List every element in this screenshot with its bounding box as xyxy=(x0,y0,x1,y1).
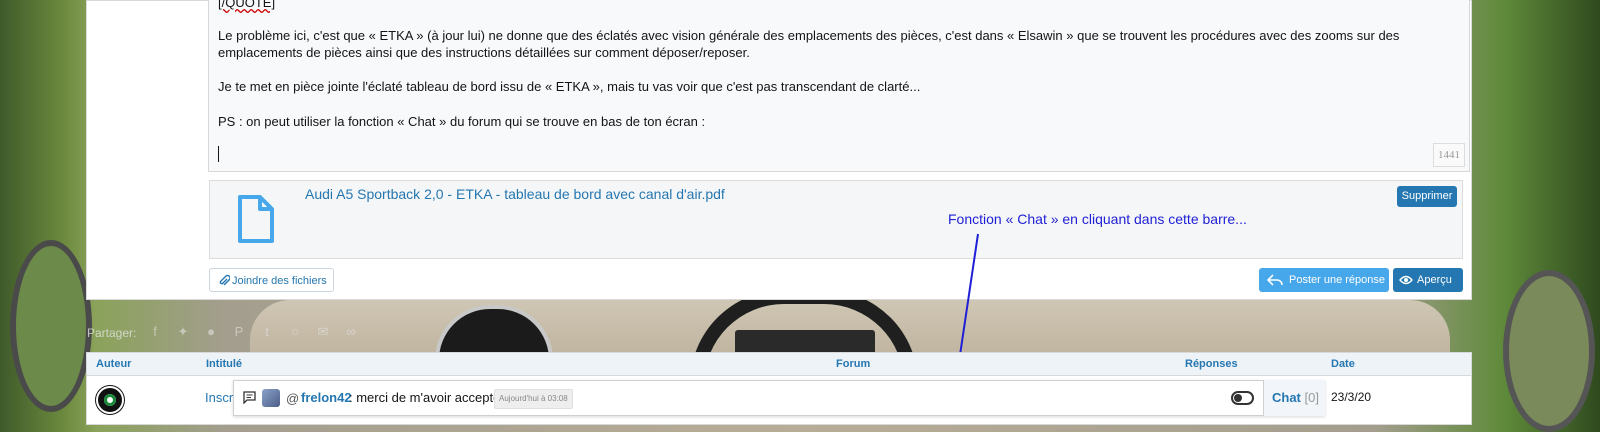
column-header-replies[interactable]: Réponses xyxy=(1185,358,1238,370)
column-header-author[interactable]: Auteur xyxy=(96,358,131,370)
preview-label: Aperçu xyxy=(1417,274,1452,286)
post-reply-label: Poster une réponse xyxy=(1289,274,1386,286)
column-header-forum[interactable]: Forum xyxy=(836,358,870,370)
message-editor[interactable]: [/QUOTE] Le problème ici, c'est que « ET… xyxy=(208,0,1470,172)
eye-icon xyxy=(1399,275,1413,285)
thread-title-link[interactable]: Inscri xyxy=(205,390,236,405)
email-icon[interactable]: ✉ xyxy=(316,324,330,340)
twitter-icon[interactable]: ✦ xyxy=(176,324,190,340)
pinterest-icon[interactable]: P xyxy=(232,324,246,340)
chat-toggle[interactable] xyxy=(1231,391,1254,405)
facebook-icon[interactable]: f xyxy=(148,324,162,340)
editor-paragraph: Le problème ici, c'est que « ETKA » (à j… xyxy=(218,28,1400,60)
background-mirror-left xyxy=(10,240,92,412)
attach-files-button[interactable]: Joindre des fichiers xyxy=(209,268,334,292)
paperclip-icon xyxy=(219,274,230,286)
preview-button[interactable]: Aperçu xyxy=(1393,268,1463,292)
column-header-date[interactable]: Date xyxy=(1331,358,1355,370)
chat-tab[interactable]: Chat [0] xyxy=(1263,380,1325,416)
column-header-title[interactable]: Intitulé xyxy=(206,358,242,370)
background-mirror-right xyxy=(1503,270,1595,432)
avatar[interactable] xyxy=(96,386,124,414)
attach-files-label: Joindre des fichiers xyxy=(232,275,327,287)
chat-username[interactable]: frelon42 xyxy=(301,390,352,405)
chat-timestamp: Aujourd'hui à 03:08 xyxy=(494,389,573,409)
post-reply-button[interactable]: Poster une réponse xyxy=(1259,268,1389,292)
text-caret xyxy=(218,146,219,162)
chat-bubble-icon xyxy=(243,391,256,404)
chat-message: : merci de m'avoir accepté xyxy=(349,390,501,405)
chat-tab-count: [0] xyxy=(1304,390,1319,405)
thread-date: 23/3/20 xyxy=(1331,390,1372,404)
delete-attachment-button[interactable]: Supprimer xyxy=(1397,186,1457,207)
chat-tab-label: Chat xyxy=(1272,390,1301,405)
mention-symbol: @ xyxy=(286,391,300,406)
table-header: Auteur Intitulé Forum Réponses Date xyxy=(87,353,1471,376)
tumblr-icon[interactable]: t xyxy=(260,324,274,340)
avatar[interactable] xyxy=(262,389,280,407)
whatsapp-icon[interactable]: ○ xyxy=(288,324,302,340)
character-counter: 1441 xyxy=(1433,143,1465,167)
editor-paragraph: PS : on peut utiliser la fonction « Chat… xyxy=(218,114,706,129)
file-icon xyxy=(238,195,274,243)
reddit-icon[interactable]: ● xyxy=(204,324,218,340)
share-label: Partager: xyxy=(87,326,137,340)
quote-closing-tag: [/QUOTE] xyxy=(218,0,276,10)
annotation-text: Fonction « Chat » en cliquant dans cette… xyxy=(948,211,1247,227)
attachment-link[interactable]: Audi A5 Sportback 2,0 - ETKA - tableau d… xyxy=(305,186,725,202)
link-icon[interactable]: ∞ xyxy=(344,324,358,340)
editor-paragraph: Je te met en pièce jointe l'éclaté table… xyxy=(218,79,921,94)
share-icons: f ✦ ● P t ○ ✉ ∞ xyxy=(148,324,358,340)
reply-icon xyxy=(1267,274,1283,286)
